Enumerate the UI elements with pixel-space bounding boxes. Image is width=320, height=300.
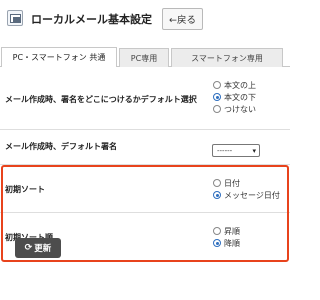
radio-label: つけない — [224, 104, 256, 114]
refresh-label: 更新 — [34, 244, 52, 254]
radio-circle[interactable] — [213, 81, 221, 89]
radio-circle-checked[interactable] — [213, 93, 221, 101]
tab-smartphone[interactable]: スマートフォン専用 — [171, 48, 283, 67]
radio-below-body[interactable]: 本文の下 — [213, 91, 256, 103]
settings-row-signature-position: メール作成時、署名をどこにつけるかデフォルト選択 本文の上 本文の下 つけない — [0, 68, 290, 130]
back-button[interactable]: ←戻る — [162, 8, 203, 30]
signature-position-radio-group: 本文の上 本文の下 つけない — [213, 79, 256, 115]
tab-common[interactable]: PC・スマートフォン 共通 — [1, 47, 117, 67]
page-title: ローカルメール基本設定 — [31, 13, 152, 26]
refresh-icon: ⟳ — [24, 243, 33, 253]
radio-circle[interactable] — [213, 105, 221, 113]
default-signature-select[interactable]: ------ ▾ — [212, 144, 260, 157]
tab-pc[interactable]: PC専用 — [119, 48, 169, 67]
radio-label: 本文の上 — [224, 80, 256, 90]
refresh-button[interactable]: ⟳ 更新 — [15, 238, 61, 258]
radio-label: 本文の下 — [224, 92, 256, 102]
radio-above-body[interactable]: 本文の上 — [213, 79, 256, 91]
chevron-down-icon: ▾ — [252, 147, 256, 155]
select-value: ------ — [217, 146, 233, 155]
signature-position-label: メール作成時、署名をどこにつけるかデフォルト選択 — [5, 95, 197, 104]
radio-none[interactable]: つけない — [213, 103, 256, 115]
tab-bar: PC・スマートフォン 共通 PC専用 スマートフォン専用 — [0, 47, 290, 67]
mail-settings-icon — [7, 10, 23, 26]
default-signature-label: メール作成時、デフォルト署名 — [5, 142, 117, 151]
page-header: ローカルメール基本設定 — [0, 0, 290, 38]
